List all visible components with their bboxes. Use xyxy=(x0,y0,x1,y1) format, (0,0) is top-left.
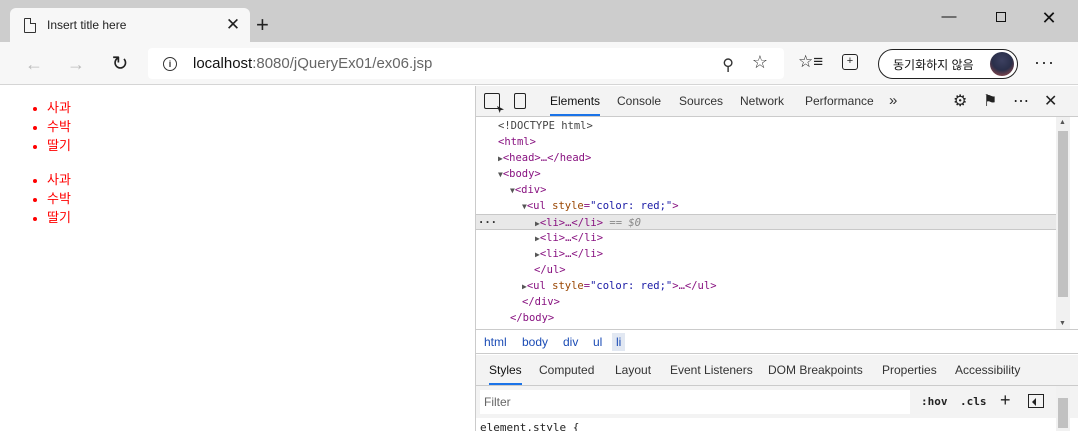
dom-node-ul-close[interactable]: </ul> xyxy=(476,262,1056,278)
dom-node-body[interactable]: ▼<body> xyxy=(476,166,1056,182)
list-item: 수박 xyxy=(47,118,475,137)
styles-filter-input[interactable] xyxy=(480,390,910,414)
more-tabs-button[interactable]: » xyxy=(889,86,897,116)
back-arrow-icon[interactable]: ← xyxy=(22,52,46,76)
profile-label: 동기화하지 않음 xyxy=(893,57,974,72)
dom-node-li-selected[interactable]: ··· ▶<li>…</li> == $0 xyxy=(476,214,1056,230)
dom-node-ul[interactable]: ▼<ul style="color: red;"> xyxy=(476,198,1056,214)
dom-node-doctype[interactable]: <!DOCTYPE html> xyxy=(476,118,1056,134)
minimize-button[interactable]: — xyxy=(926,8,972,30)
tab-network[interactable]: Network xyxy=(740,86,784,116)
tab-title: Insert title here xyxy=(47,18,127,32)
dom-node-li[interactable]: ▶<li>…</li> xyxy=(476,246,1056,262)
scroll-down-icon[interactable]: ▼ xyxy=(1059,320,1066,327)
avatar xyxy=(990,52,1014,76)
breadcrumb-ul[interactable]: ul xyxy=(593,335,602,349)
breadcrumb-body[interactable]: body xyxy=(522,335,548,349)
feedback-icon[interactable]: ⚑ xyxy=(983,91,997,111)
fruit-list-2: 사과 수박 딸기 xyxy=(0,171,475,228)
window-close-button[interactable]: ✕ xyxy=(1026,8,1072,30)
new-style-rule-button[interactable]: + xyxy=(1000,390,1011,411)
list-item: 딸기 xyxy=(47,209,475,228)
tab-close-button[interactable]: ✕ xyxy=(222,15,244,35)
page-content: 사과 수박 딸기 사과 수박 딸기 xyxy=(0,86,475,431)
scrollbar-thumb[interactable] xyxy=(1058,131,1068,297)
list-item: 사과 xyxy=(47,171,475,190)
info-icon[interactable]: i xyxy=(163,56,177,71)
favorite-star-icon[interactable]: ☆ xyxy=(752,52,768,73)
list-item: 사과 xyxy=(47,99,475,118)
title-bar: Insert title here ✕ + — ✕ xyxy=(0,0,1078,42)
settings-gear-icon[interactable]: ⚙ xyxy=(953,91,967,111)
more-options-icon[interactable]: ··· xyxy=(1034,52,1055,73)
element-style-rule[interactable]: element.style { xyxy=(480,421,579,431)
tab-dom-breakpoints[interactable]: DOM Breakpoints xyxy=(768,355,863,385)
dom-node-body-close[interactable]: </body> xyxy=(476,310,1056,326)
url-text[interactable]: localhost:8080/jQueryEx01/ex06.jsp xyxy=(193,55,432,72)
tab-elements[interactable]: Elements xyxy=(550,86,601,116)
breadcrumb-li[interactable]: li xyxy=(612,333,626,351)
tab-event-listeners[interactable]: Event Listeners xyxy=(670,355,753,385)
dom-node-li[interactable]: ▶<li>…</li> xyxy=(476,230,1056,246)
dom-node-div[interactable]: ▼<div> xyxy=(476,182,1056,198)
scrollbar-thumb[interactable] xyxy=(1058,398,1068,428)
inspect-element-icon[interactable] xyxy=(484,93,500,109)
tab-layout[interactable]: Layout xyxy=(615,355,651,385)
list-item: 수박 xyxy=(47,190,475,209)
devtools-panel: Elements Console Sources Network Perform… xyxy=(475,86,1078,431)
devtools-more-icon[interactable]: ⋯ xyxy=(1013,91,1029,111)
devtools-close-icon[interactable]: ✕ xyxy=(1044,91,1057,111)
styles-scrollbar[interactable] xyxy=(1056,386,1070,431)
tab-sources[interactable]: Sources xyxy=(679,86,723,116)
dom-scrollbar[interactable]: ▲ ▼ xyxy=(1056,117,1070,329)
dom-node-head[interactable]: ▶<head>…</head> xyxy=(476,150,1056,166)
new-tab-button[interactable]: + xyxy=(256,14,269,36)
collections-icon[interactable]: + xyxy=(842,54,858,70)
reload-icon[interactable]: ↻ xyxy=(108,52,132,76)
browser-tab[interactable]: Insert title here ✕ xyxy=(10,8,250,42)
dom-node-div-close[interactable]: </div> xyxy=(476,294,1056,310)
dom-node-html[interactable]: <html> xyxy=(476,134,1056,150)
hov-button[interactable]: :hov xyxy=(921,395,948,408)
tab-properties[interactable]: Properties xyxy=(882,355,937,385)
dom-node-ul-2[interactable]: ▶<ul style="color: red;">…</ul> xyxy=(476,278,1056,294)
cls-button[interactable]: .cls xyxy=(960,395,987,408)
breadcrumb-html[interactable]: html xyxy=(484,335,507,349)
devtools-toolbar: Elements Console Sources Network Perform… xyxy=(476,86,1078,117)
breadcrumb: html body div ul li xyxy=(476,329,1078,354)
favorites-list-icon[interactable]: ☆≡ xyxy=(798,52,823,72)
dom-tree[interactable]: <!DOCTYPE html> <html> ▶<head>…</head> ▼… xyxy=(476,117,1056,329)
toggle-sidebar-icon[interactable] xyxy=(1028,394,1044,408)
tab-computed[interactable]: Computed xyxy=(539,355,594,385)
tab-performance[interactable]: Performance xyxy=(805,86,874,116)
forward-arrow-icon[interactable]: → xyxy=(64,52,88,76)
scroll-up-icon[interactable]: ▲ xyxy=(1059,119,1066,126)
tab-accessibility[interactable]: Accessibility xyxy=(955,355,1020,385)
fruit-list-1: 사과 수박 딸기 xyxy=(0,99,475,156)
list-item: 딸기 xyxy=(47,137,475,156)
tab-styles[interactable]: Styles xyxy=(489,355,522,385)
styles-tabbar: Styles Computed Layout Event Listeners D… xyxy=(476,355,1078,386)
profile-button[interactable]: 동기화하지 않음 xyxy=(878,49,1018,79)
tab-console[interactable]: Console xyxy=(617,86,661,116)
document-icon xyxy=(24,17,36,33)
address-bar[interactable]: i localhost:8080/jQueryEx01/ex06.jsp ⚲ ☆ xyxy=(148,48,784,79)
maximize-button[interactable] xyxy=(978,8,1024,30)
breadcrumb-div[interactable]: div xyxy=(563,335,578,349)
device-emulation-icon[interactable] xyxy=(514,93,526,109)
zoom-icon[interactable]: ⚲ xyxy=(722,55,734,75)
navigation-bar: ← → ↻ i localhost:8080/jQueryEx01/ex06.j… xyxy=(0,42,1078,85)
styles-filter-row: :hov .cls + xyxy=(476,386,1078,418)
